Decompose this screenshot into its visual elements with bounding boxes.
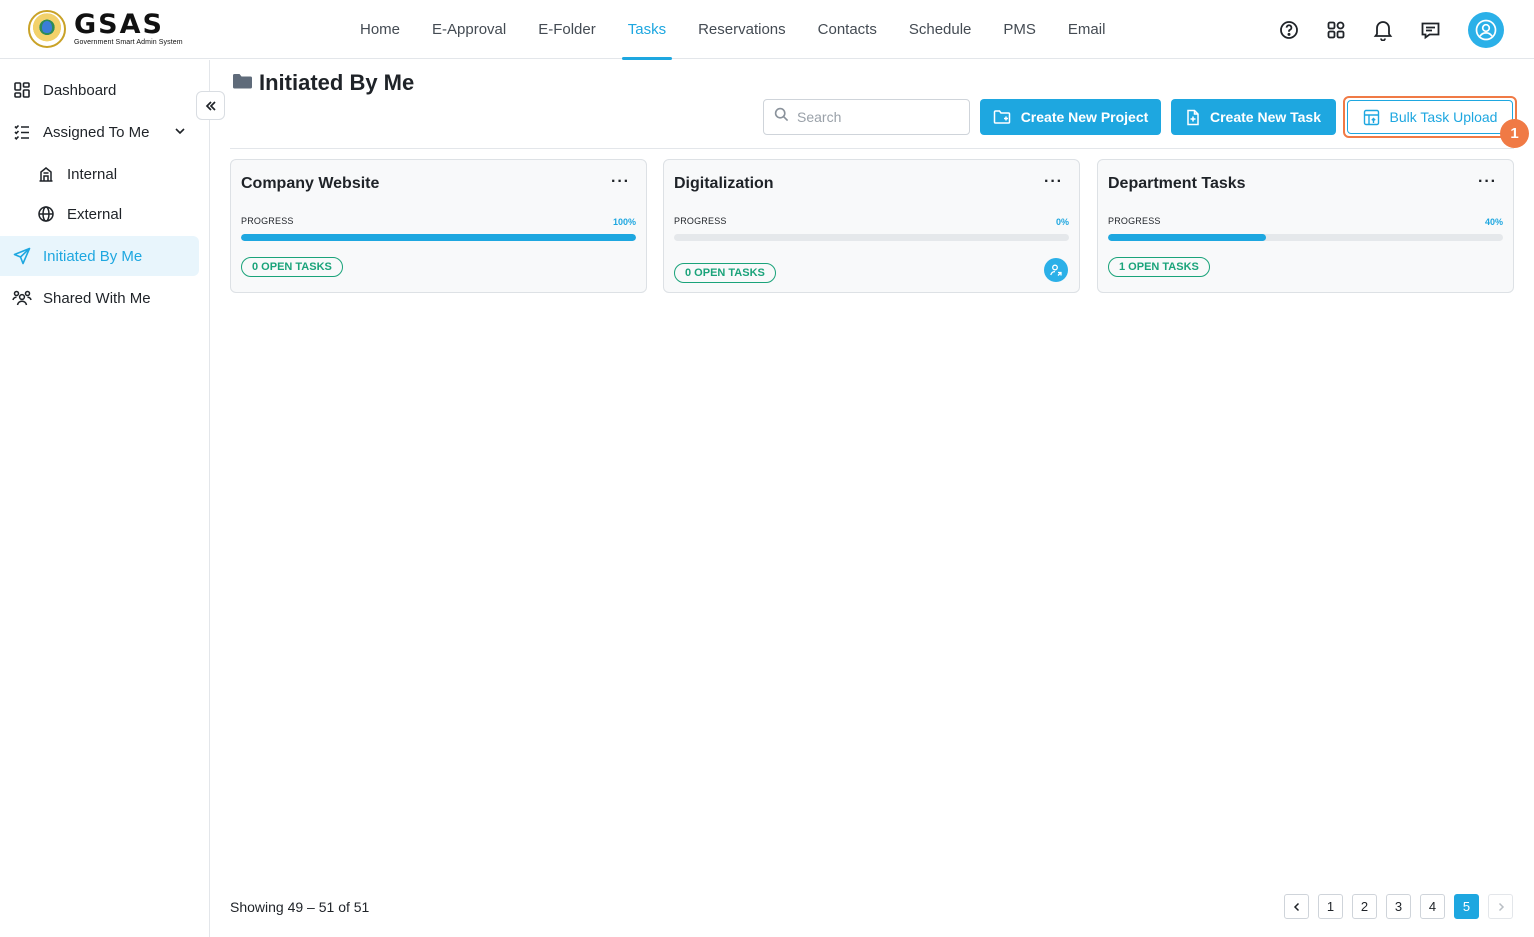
progress-label: PROGRESS — [1108, 216, 1161, 226]
page-button-4[interactable]: 4 — [1420, 894, 1445, 919]
prev-page-button[interactable] — [1284, 894, 1309, 919]
bell-icon[interactable] — [1371, 18, 1395, 42]
open-tasks-badge[interactable]: 0 OPEN TASKS — [241, 257, 343, 277]
progress-fill — [1108, 234, 1266, 241]
sidebar-item-dashboard[interactable]: Dashboard — [0, 70, 199, 110]
project-card[interactable]: Company Website ··· PROGRESS 100% 0 OPEN… — [230, 159, 647, 293]
search-icon — [774, 107, 789, 127]
building-icon — [35, 163, 57, 185]
apps-grid-icon[interactable] — [1324, 18, 1348, 42]
folder-icon — [232, 70, 253, 96]
nav-home[interactable]: Home — [344, 0, 416, 59]
user-avatar-icon[interactable] — [1468, 11, 1504, 48]
page-title: Initiated By Me — [232, 70, 414, 96]
progress-value: 0% — [1055, 217, 1069, 227]
help-icon[interactable] — [1277, 18, 1301, 42]
project-title: Digitalization — [674, 175, 774, 192]
brand-title: GSAS — [74, 8, 164, 40]
nav-contacts[interactable]: Contacts — [802, 0, 893, 59]
bulk-task-upload-button[interactable]: Bulk Task Upload — [1347, 100, 1513, 134]
folder-plus-icon — [993, 109, 1011, 125]
top-icons — [1254, 0, 1534, 59]
page-button-5[interactable]: 5 — [1454, 894, 1479, 919]
page-title-text: Initiated By Me — [259, 70, 415, 95]
divider — [230, 148, 1514, 149]
step-badge: 1 — [1500, 119, 1529, 148]
chevron-down-icon[interactable] — [173, 124, 187, 142]
create-new-task-button[interactable]: Create New Task — [1171, 99, 1336, 135]
file-plus-icon — [1186, 109, 1200, 126]
dashboard-icon — [11, 79, 33, 101]
nav-e-folder[interactable]: E-Folder — [522, 0, 612, 59]
progress-value: 100% — [612, 217, 636, 227]
nav-email[interactable]: Email — [1052, 0, 1122, 59]
project-card[interactable]: Department Tasks ··· PROGRESS 40% 1 OPEN… — [1097, 159, 1514, 293]
project-card[interactable]: Digitalization ··· PROGRESS 0% 0 OPEN TA… — [663, 159, 1080, 293]
page-button-3[interactable]: 3 — [1386, 894, 1411, 919]
top-bar: GSAS Government Smart Admin System Home … — [0, 0, 1534, 60]
progress-label: PROGRESS — [674, 216, 727, 226]
open-tasks-badge[interactable]: 0 OPEN TASKS — [674, 263, 776, 283]
send-icon — [11, 245, 33, 267]
nav-pms[interactable]: PMS — [987, 0, 1052, 59]
pagination-summary: Showing 49 – 51 of 51 — [230, 899, 370, 915]
search-input[interactable] — [797, 109, 957, 125]
more-options-icon[interactable]: ··· — [1478, 173, 1497, 191]
brand-logo[interactable]: GSAS Government Smart Admin System — [28, 10, 183, 48]
checklist-icon — [11, 121, 33, 143]
sidebar: Dashboard Assigned To Me Internal Extern… — [0, 60, 210, 937]
chat-icon[interactable] — [1418, 18, 1442, 42]
progress-label: PROGRESS — [241, 216, 294, 226]
project-title: Company Website — [241, 175, 380, 192]
main-nav: Home E-Approval E-Folder Tasks Reservati… — [344, 0, 1122, 60]
page-button-2[interactable]: 2 — [1352, 894, 1377, 919]
progress-bar — [674, 234, 1069, 241]
search-box[interactable] — [763, 99, 970, 135]
nav-schedule[interactable]: Schedule — [893, 0, 988, 59]
globe-icon — [35, 203, 57, 225]
assign-user-icon[interactable] — [1044, 258, 1068, 282]
more-options-icon[interactable]: ··· — [1044, 173, 1063, 191]
sidebar-item-label: Shared With Me — [43, 289, 151, 307]
sidebar-item-assigned-to-me[interactable]: Assigned To Me — [0, 112, 199, 152]
sidebar-item-label: Dashboard — [43, 81, 117, 99]
users-icon — [11, 287, 33, 309]
brand-subtitle: Government Smart Admin System — [74, 38, 183, 46]
nav-e-approval[interactable]: E-Approval — [416, 0, 522, 59]
sidebar-item-label: External — [67, 205, 123, 223]
collapse-sidebar-button[interactable] — [196, 91, 225, 120]
sidebar-item-shared-with-me[interactable]: Shared With Me — [0, 278, 199, 318]
sidebar-item-initiated-by-me[interactable]: Initiated By Me — [0, 236, 199, 276]
sidebar-item-label: Internal — [67, 165, 118, 183]
pagination: 1 2 3 4 5 — [1284, 894, 1513, 919]
sidebar-item-label: Initiated By Me — [43, 247, 143, 265]
sidebar-item-internal[interactable]: Internal — [0, 154, 199, 194]
open-tasks-badge[interactable]: 1 OPEN TASKS — [1108, 257, 1210, 277]
page-button-1[interactable]: 1 — [1318, 894, 1343, 919]
nav-reservations[interactable]: Reservations — [682, 0, 802, 59]
progress-fill — [241, 234, 636, 241]
progress-bar — [241, 234, 636, 241]
more-options-icon[interactable]: ··· — [611, 173, 630, 191]
sidebar-item-external[interactable]: External — [0, 194, 199, 234]
sidebar-item-label: Assigned To Me — [43, 123, 150, 141]
next-page-button[interactable] — [1488, 894, 1513, 919]
emblem-icon — [28, 10, 66, 48]
table-upload-icon — [1363, 109, 1380, 126]
progress-value: 40% — [1484, 217, 1503, 227]
project-title: Department Tasks — [1108, 175, 1246, 192]
create-new-project-button[interactable]: Create New Project — [980, 99, 1161, 135]
nav-tasks[interactable]: Tasks — [612, 0, 682, 60]
progress-bar — [1108, 234, 1503, 241]
